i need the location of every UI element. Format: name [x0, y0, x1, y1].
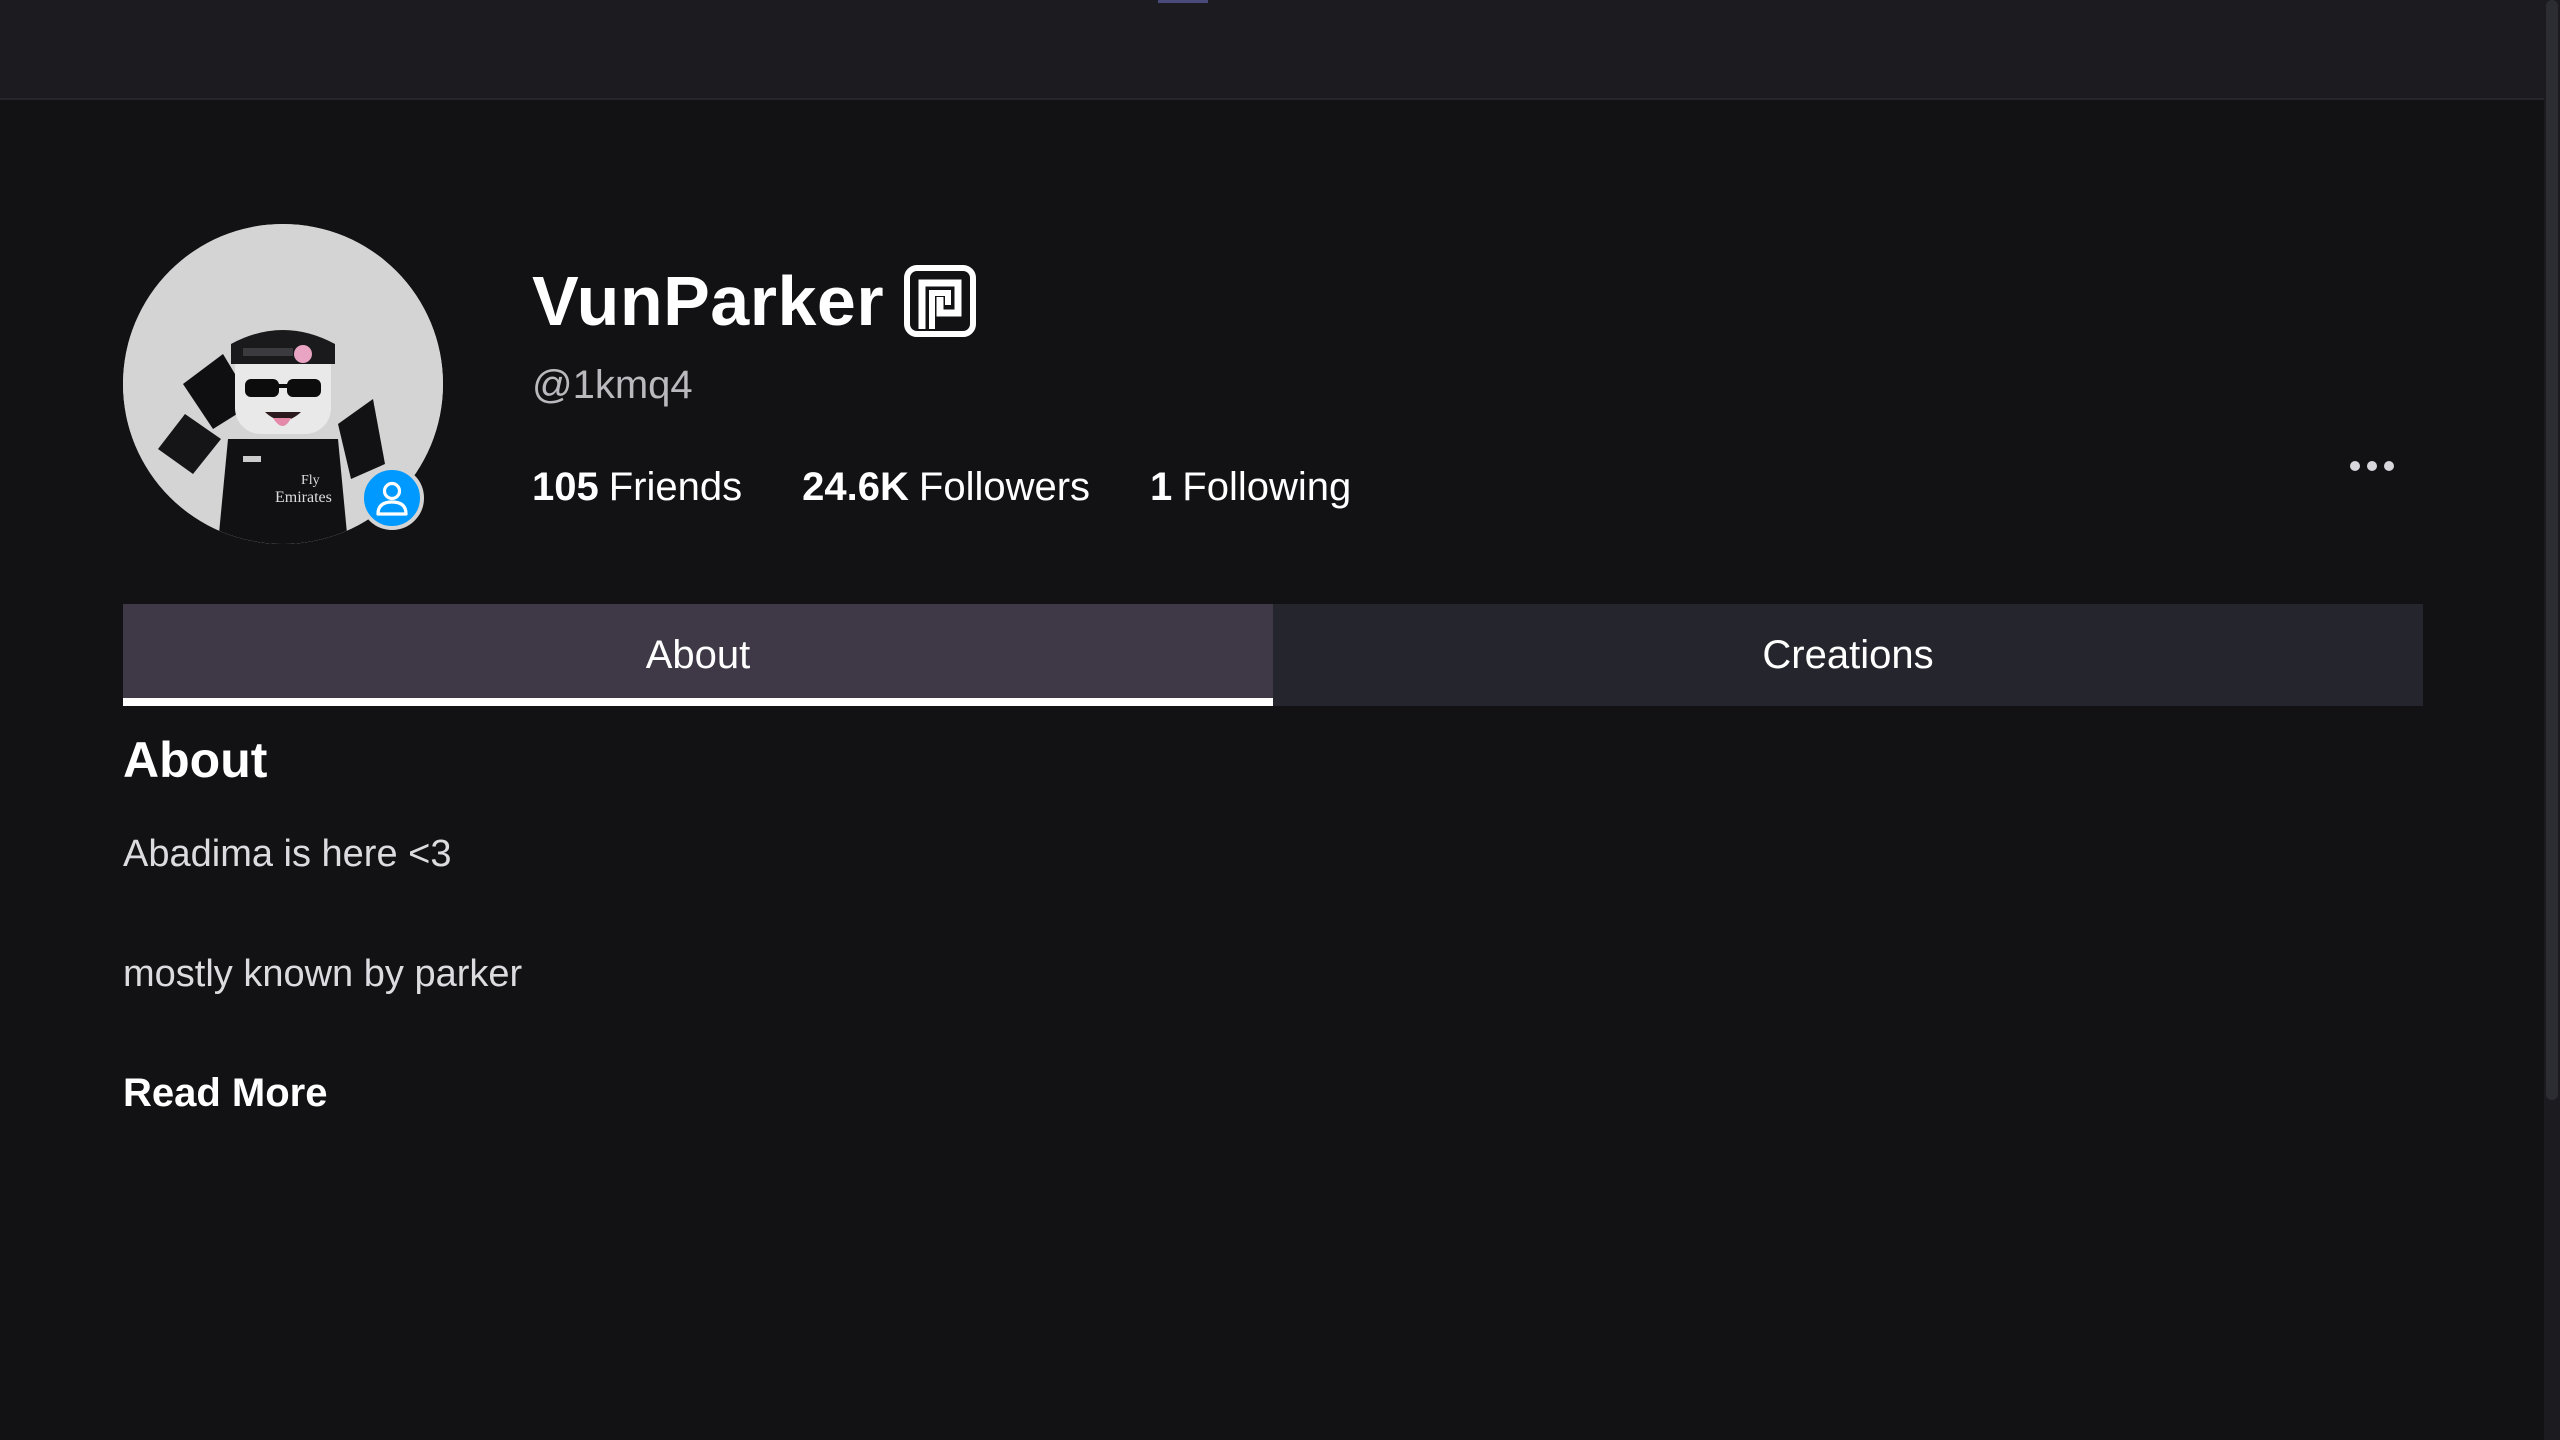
svg-text:Fly: Fly [301, 473, 320, 488]
followers-count: 24.6K [802, 465, 909, 509]
svg-text:Emirates: Emirates [275, 489, 332, 506]
scrollbar-thumb[interactable] [2546, 0, 2558, 1100]
followers-stat[interactable]: 24.6K Followers [802, 462, 1090, 512]
tab-about[interactable]: About [123, 604, 1273, 706]
display-name-row: VunParker [532, 258, 977, 344]
about-text-line: mostly known by parker [123, 953, 523, 995]
followers-label: Followers [918, 465, 1091, 509]
more-horizontal-icon[interactable] [2336, 446, 2408, 486]
friends-label: Friends [608, 465, 743, 509]
display-name: VunParker [532, 262, 885, 340]
friends-count: 105 [532, 465, 599, 509]
tab-creations[interactable]: Creations [1273, 604, 2423, 706]
profile-stats: 105 Friends 24.6K Followers 1 Following [532, 462, 1351, 512]
username: @1kmq4 [532, 363, 693, 407]
following-stat[interactable]: 1 Following [1150, 462, 1351, 512]
following-label: Following [1182, 465, 1352, 509]
about-text-line: Abadima is here <3 [123, 833, 452, 875]
online-user-icon [360, 466, 424, 530]
about-heading: About [123, 732, 268, 788]
nav-indicator [1158, 0, 1208, 3]
following-count: 1 [1150, 465, 1173, 509]
verified-badge-icon [904, 265, 977, 337]
profile-tabs: About Creations [123, 604, 2423, 706]
page-scrollbar[interactable] [2544, 0, 2560, 1440]
friends-stat[interactable]: 105 Friends [532, 462, 742, 512]
top-navigation-bar [0, 0, 2544, 100]
read-more-link[interactable]: Read More [123, 1068, 328, 1118]
